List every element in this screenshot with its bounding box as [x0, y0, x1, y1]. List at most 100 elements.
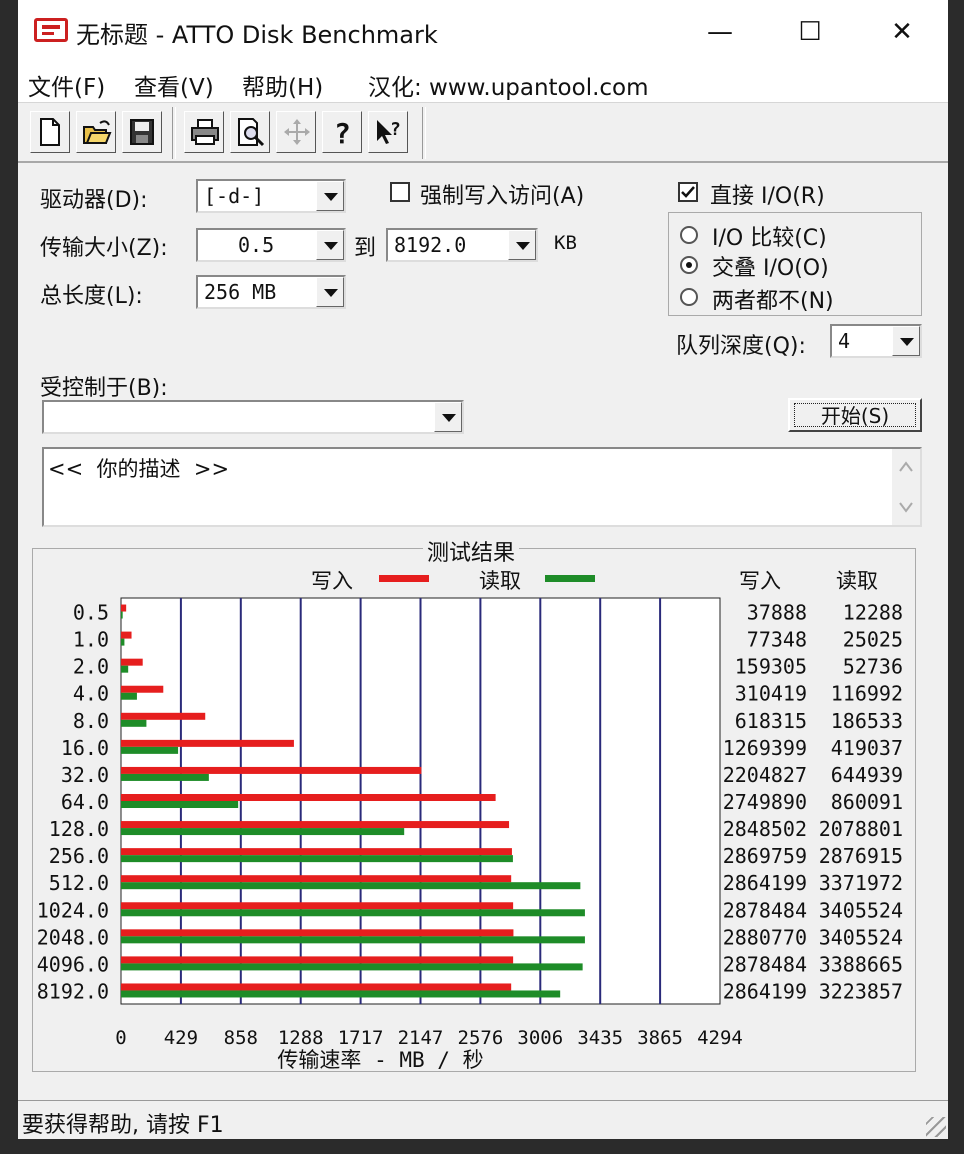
controlled-by-select[interactable]	[42, 400, 464, 434]
read-value: 3223857	[819, 979, 903, 1003]
maximize-button[interactable]: ☐	[788, 10, 832, 54]
force-write-checkbox[interactable]	[390, 182, 410, 202]
write-value: 618315	[735, 709, 807, 733]
print-preview-button[interactable]	[230, 111, 270, 153]
transfer-to-select[interactable]: 8192.0	[386, 228, 538, 262]
transfer-from-value: 0.5	[238, 233, 275, 257]
write-value: 2864199	[723, 979, 807, 1003]
description-scrollbar[interactable]	[892, 449, 920, 525]
io-compare-label: I/O 比较(C)	[712, 226, 827, 251]
category-label: 512.0	[49, 871, 109, 895]
category-label: 4096.0	[37, 952, 109, 976]
title-bar: 无标题 - ATTO Disk Benchmark — ☐ ✕	[18, 0, 948, 62]
write-value: 2749890	[723, 790, 807, 814]
description-textarea[interactable]: << 你的描述 >>	[42, 447, 922, 527]
toolbar-separator	[422, 107, 426, 159]
open-folder-icon	[83, 120, 112, 144]
write-bar	[121, 604, 127, 612]
checkmark-icon	[681, 186, 695, 198]
chevron-down-icon[interactable]	[316, 277, 344, 307]
queue-depth-select[interactable]: 4	[830, 324, 922, 358]
read-bar	[121, 638, 125, 646]
transfer-to-value: 8192.0	[394, 233, 467, 257]
question-mark-icon: ?	[334, 117, 351, 147]
chevron-down-icon[interactable]	[892, 326, 920, 356]
minimize-button[interactable]: —	[698, 10, 742, 54]
read-bar	[121, 746, 179, 754]
write-bar	[121, 739, 294, 747]
context-help-button[interactable]: ?	[368, 111, 408, 153]
category-label: 64.0	[61, 790, 109, 814]
category-label: 8.0	[73, 709, 109, 733]
write-bar	[121, 821, 510, 829]
write-value: 159305	[735, 655, 807, 679]
legend-read-label: 读取	[479, 569, 521, 593]
write-bar	[121, 631, 132, 639]
menu-help[interactable]: 帮助(H)	[242, 68, 323, 102]
resize-grip-icon[interactable]	[926, 1117, 946, 1137]
open-button[interactable]	[76, 111, 116, 153]
category-label: 4.0	[73, 682, 109, 706]
chevron-down-icon[interactable]	[508, 230, 536, 260]
drive-label: 驱动器(D):	[40, 188, 148, 213]
transfer-from-select[interactable]: 0.5	[196, 228, 346, 262]
write-bar	[121, 685, 164, 693]
category-label: 0.5	[73, 601, 109, 625]
kb-unit-label: KB	[554, 232, 577, 254]
start-button[interactable]: 开始(S)	[788, 398, 922, 432]
read-value: 2078801	[819, 817, 903, 841]
move-button[interactable]	[276, 111, 316, 153]
x-tick-label: 1288	[278, 1027, 324, 1049]
read-bar	[121, 611, 123, 619]
chevron-down-icon[interactable]	[316, 230, 344, 260]
scroll-arrows-icon	[899, 461, 913, 513]
help-button[interactable]: ?	[322, 111, 362, 153]
category-label: 32.0	[61, 763, 109, 787]
write-bar	[121, 658, 143, 666]
neither-radio[interactable]	[680, 288, 698, 306]
category-label: 256.0	[49, 844, 109, 868]
queue-depth-label: 队列深度(Q):	[676, 334, 806, 359]
x-tick-label: 0	[115, 1027, 126, 1049]
read-bar	[121, 828, 405, 836]
app-window: 无标题 - ATTO Disk Benchmark — ☐ ✕ 文件(F) 查看…	[18, 0, 948, 1139]
write-value: 77348	[747, 628, 807, 652]
overlap-io-radio[interactable]	[680, 256, 698, 274]
write-value: 37888	[747, 601, 807, 625]
context-help-icon: ?	[377, 119, 401, 144]
chevron-down-icon[interactable]	[316, 181, 344, 211]
read-value: 186533	[831, 709, 903, 733]
close-button[interactable]: ✕	[880, 10, 924, 54]
save-button[interactable]	[122, 111, 162, 153]
write-bar	[121, 766, 422, 774]
menu-localized-link[interactable]: 汉化: www.upantool.com	[368, 68, 649, 102]
atto-app-icon	[34, 18, 68, 42]
write-value: 2848502	[723, 817, 807, 841]
print-preview-icon	[238, 118, 265, 147]
io-compare-radio[interactable]	[680, 226, 698, 244]
table-header-read: 读取	[836, 569, 878, 593]
drive-select[interactable]: [-d-]	[196, 179, 346, 213]
new-button[interactable]	[30, 111, 70, 153]
write-value: 2204827	[723, 763, 807, 787]
start-button-label: 开始(S)	[794, 403, 916, 428]
transfer-size-label: 传输大小(Z):	[40, 236, 168, 261]
chevron-down-icon[interactable]	[434, 402, 462, 432]
write-value: 1269399	[723, 736, 807, 760]
menu-view[interactable]: 查看(V)	[134, 68, 214, 102]
direct-io-checkbox[interactable]	[678, 182, 698, 202]
write-value: 2864199	[723, 871, 807, 895]
overlap-io-label: 交叠 I/O(O)	[712, 256, 829, 281]
description-text: << 你的描述 >>	[48, 457, 230, 481]
new-file-icon	[40, 118, 60, 146]
total-length-select[interactable]: 256 MB	[196, 275, 346, 309]
read-value: 116992	[831, 682, 903, 706]
total-length-value: 256 MB	[204, 280, 277, 304]
write-bar	[121, 875, 512, 883]
x-tick-label: 2147	[398, 1027, 444, 1049]
category-label: 2048.0	[37, 925, 109, 949]
read-bar	[121, 909, 585, 917]
menu-file[interactable]: 文件(F)	[28, 68, 105, 102]
x-tick-label: 3435	[577, 1027, 623, 1049]
print-button[interactable]	[184, 111, 224, 153]
